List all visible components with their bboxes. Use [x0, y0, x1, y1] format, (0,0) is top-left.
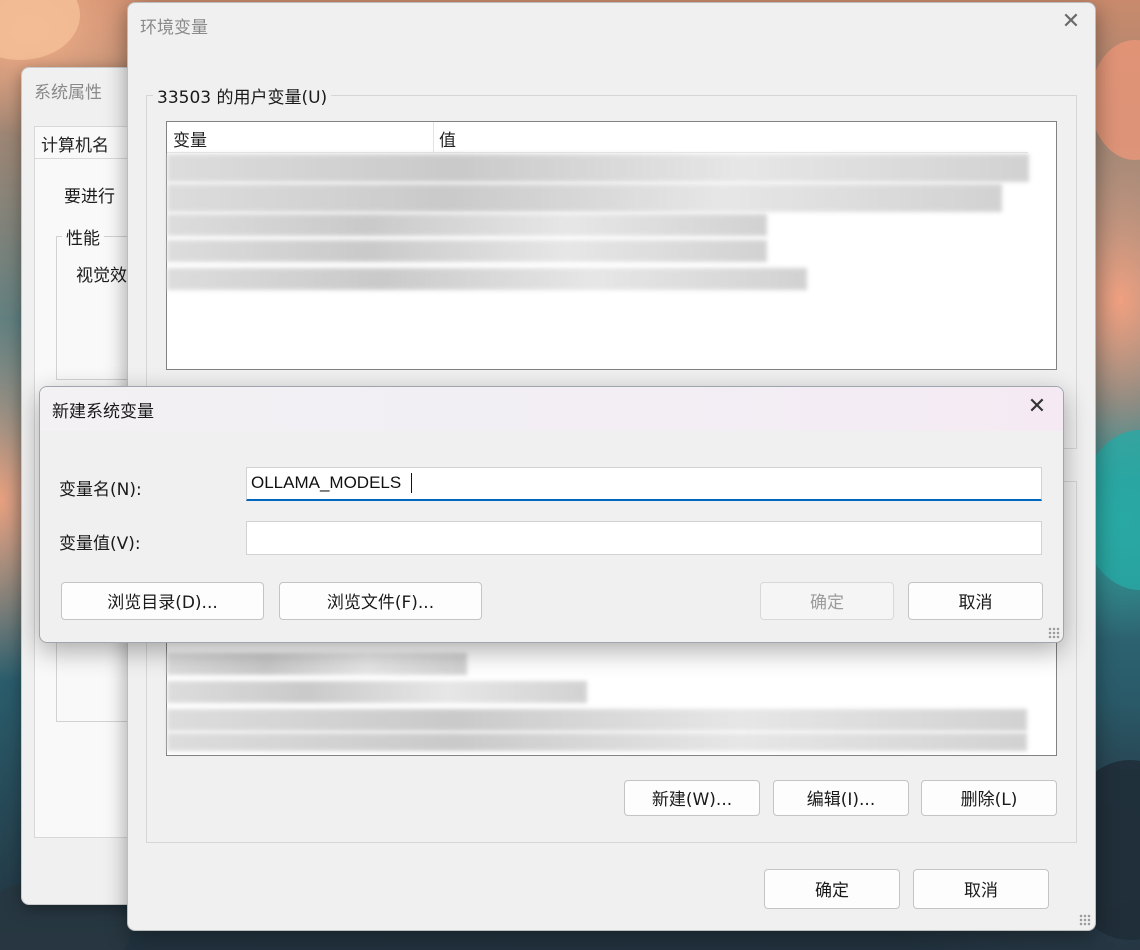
blurred-row[interactable]: [167, 653, 467, 675]
column-header-variable[interactable]: 变量: [173, 126, 207, 151]
system-variables-list[interactable]: [166, 633, 1057, 756]
edit-variable-button[interactable]: 编辑(I)...: [773, 780, 909, 816]
cancel-button[interactable]: 取消: [913, 869, 1049, 909]
new-system-variable-dialog[interactable]: 新建系统变量 ✕ 变量名(N): OLLAMA_MODELS 变量值(V): 浏…: [39, 386, 1064, 643]
wallpaper-cloud: [0, 0, 80, 60]
column-header-value[interactable]: 值: [439, 126, 456, 151]
variable-name-label: 变量名(N):: [59, 480, 142, 500]
window-title: 系统属性: [34, 83, 102, 103]
blurred-row[interactable]: [167, 709, 1027, 731]
browse-directory-button[interactable]: 浏览目录(D)...: [61, 582, 264, 620]
dialog-title: 新建系统变量: [52, 402, 154, 422]
admin-note-text: 要进行: [64, 187, 115, 207]
blurred-row[interactable]: [167, 268, 807, 290]
close-icon[interactable]: ✕: [1059, 11, 1083, 35]
cancel-button[interactable]: 取消: [908, 582, 1043, 620]
variable-name-input[interactable]: OLLAMA_MODELS: [246, 467, 1042, 501]
visual-effects-text: 视觉效: [76, 266, 127, 286]
blurred-row[interactable]: [167, 214, 767, 236]
user-variables-list[interactable]: 变量 值: [166, 121, 1057, 370]
wallpaper-cloud: [1090, 40, 1140, 160]
close-icon[interactable]: ✕: [1025, 396, 1049, 420]
list-header: 变量 值: [167, 122, 1028, 153]
resize-grip-icon[interactable]: [1079, 914, 1091, 926]
performance-group-label: 性能: [62, 224, 104, 249]
blurred-row[interactable]: [167, 154, 1029, 182]
user-variables-label: 33503 的用户变量(U): [153, 83, 332, 108]
ok-button[interactable]: 确定: [760, 582, 894, 620]
blurred-row[interactable]: [167, 733, 1027, 751]
blurred-row[interactable]: [167, 240, 767, 262]
column-separator: [433, 122, 434, 152]
text-caret: [411, 473, 412, 493]
window-title: 环境变量: [140, 18, 208, 38]
blurred-row[interactable]: [167, 184, 1002, 212]
variable-value-label: 变量值(V):: [59, 534, 141, 554]
blurred-row[interactable]: [167, 681, 587, 703]
tab-label: 计算机名: [41, 136, 109, 156]
variable-name-value: OLLAMA_MODELS: [251, 473, 402, 492]
dialog-titlebar[interactable]: [40, 387, 1063, 431]
delete-variable-button[interactable]: 删除(L): [921, 780, 1057, 816]
browse-file-button[interactable]: 浏览文件(F)...: [279, 582, 482, 620]
resize-grip-icon[interactable]: [1048, 627, 1060, 639]
ok-button[interactable]: 确定: [764, 869, 900, 909]
variable-value-input[interactable]: [246, 521, 1042, 555]
new-variable-button[interactable]: 新建(W)...: [624, 780, 760, 816]
